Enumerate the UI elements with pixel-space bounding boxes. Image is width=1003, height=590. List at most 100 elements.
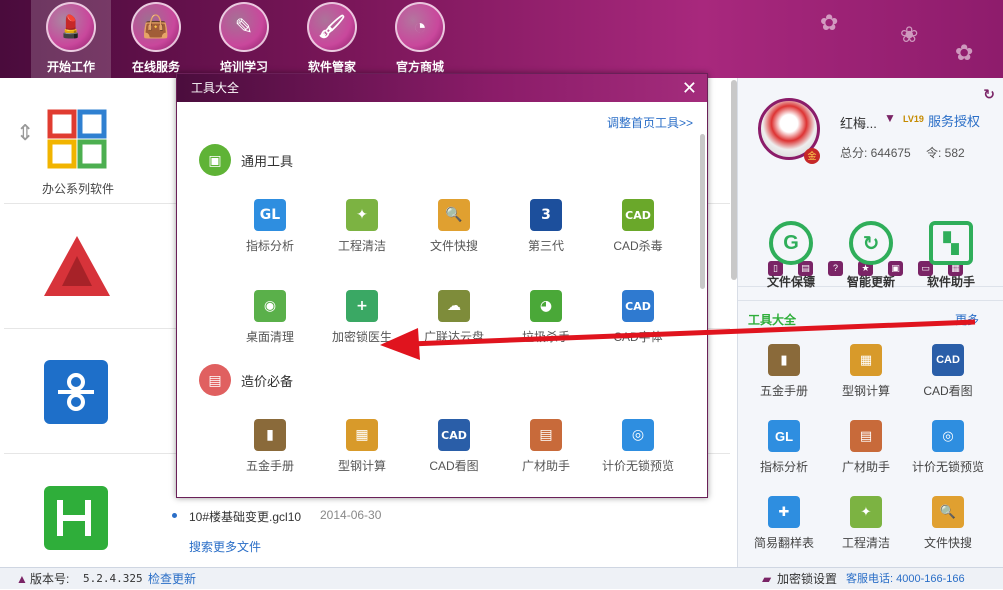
tool-number-three[interactable]: 3 第三代: [501, 199, 591, 254]
eye-icon: ◎: [932, 420, 964, 452]
eye-icon: ◎: [622, 419, 654, 451]
level-badge: 金: [804, 148, 820, 164]
cad-font-icon: CAD: [622, 290, 654, 322]
pencil-icon: ✎: [219, 2, 269, 52]
cloud-disk-icon: ☁: [438, 290, 470, 322]
tool-lock-doctor[interactable]: + 加密锁医生: [317, 290, 407, 345]
chart-icon: GL: [768, 420, 800, 452]
recent-file-name[interactable]: 10#楼基础变更.gcl10: [189, 508, 301, 525]
tool-trash-killer[interactable]: ◕ 垃圾杀手: [501, 290, 591, 345]
green-software-icon: [44, 486, 108, 550]
tool-label: 加密锁医生: [331, 330, 392, 344]
feature-software-helper[interactable]: ▚ 软件助手: [910, 221, 992, 290]
feature-smart-update[interactable]: ↻ 智能更新: [830, 221, 912, 290]
nav-software-manager[interactable]: 🖌 软件管家: [292, 0, 372, 78]
nav-official-store[interactable]: ◔ 官方商城: [380, 0, 460, 78]
check-update-link[interactable]: 检查更新: [148, 568, 196, 590]
refresh-icon[interactable]: ↻: [983, 86, 995, 103]
flower-icon: ✿: [820, 10, 839, 35]
total-score: 总分: 644675: [840, 146, 911, 160]
tool-label: 计价无锁预览: [601, 459, 674, 473]
tool-cad-view[interactable]: CAD CAD看图: [409, 419, 499, 474]
tool-steel-calc[interactable]: ▦ 型钢计算: [317, 419, 407, 474]
cad-view-icon: CAD: [438, 419, 470, 451]
bullet-icon: [172, 513, 177, 518]
brush-icon: 🖌: [307, 2, 357, 52]
lock-settings-link[interactable]: 加密锁设置: [777, 568, 837, 590]
broom-icon: ✦: [850, 496, 882, 528]
rebar-table-icon: ✚: [768, 496, 800, 528]
status-bar: ▲ 版本号: 5.2.4.325 检查更新 ▰ 加密锁设置 客服电话: 4000…: [0, 567, 1003, 589]
tool-label: CAD看图: [429, 459, 479, 473]
lipstick-icon: 💄: [46, 2, 96, 52]
drag-handle-icon[interactable]: ⇕: [16, 120, 34, 146]
cad-view-icon: CAD: [932, 344, 964, 376]
section-costing-essentials: ▤ 造价必备: [199, 364, 293, 396]
user-sidebar: ↻ 金 红梅... ▼ LV19 服务授权 总分: 644675 令: 582 …: [737, 78, 1003, 567]
tool-rebar-table[interactable]: ✚ 简易翻样表: [744, 496, 824, 551]
tool-label: 第三代: [527, 239, 564, 253]
tool-broom[interactable]: ✦ 工程清洁: [826, 496, 906, 551]
service-auth-link[interactable]: 服务授权: [928, 111, 980, 130]
more-tools-link[interactable]: 更多: [955, 311, 979, 328]
tool-label: 桌面清理: [245, 330, 294, 344]
search-more-files-link[interactable]: 搜索更多文件: [189, 538, 261, 555]
file-search-icon: 🔍: [438, 199, 470, 231]
tool-handbook[interactable]: ▮ 五金手册: [744, 344, 824, 399]
toolbox-icon: ▣: [199, 144, 231, 176]
close-icon[interactable]: ✕: [682, 74, 697, 102]
tool-label: 工程清洁: [337, 239, 386, 253]
tool-label: CAD字体: [613, 330, 663, 344]
chevron-down-icon[interactable]: ▼: [884, 111, 896, 125]
tool-camera[interactable]: ◉ 桌面清理: [225, 290, 315, 345]
vip-badge: LV19: [903, 114, 924, 124]
tool-steel-calc[interactable]: ▦ 型钢计算: [826, 344, 906, 399]
tool-label: 型钢计算: [337, 459, 386, 473]
nav-start-work[interactable]: 💄 开始工作: [31, 0, 111, 78]
nav-online-service[interactable]: 👜 在线服务: [116, 0, 196, 78]
tool-label: 垃圾杀手: [521, 330, 570, 344]
camera-icon: ◉: [254, 290, 286, 322]
arrow-up-icon: ▲: [16, 572, 28, 586]
file-search-icon: 🔍: [932, 496, 964, 528]
flower-icon: ❀: [900, 22, 919, 47]
tool-chart[interactable]: GL 指标分析: [225, 199, 315, 254]
version-number: 5.2.4.325: [83, 572, 143, 585]
tool-label: 五金手册: [245, 459, 294, 473]
dialog-title-bar[interactable]: 工具大全 ✕: [177, 74, 707, 102]
tool-label: 广联达云盘: [423, 330, 484, 344]
tool-cad-view[interactable]: CAD CAD看图: [908, 344, 988, 399]
tool-label: 文件快搜: [429, 239, 478, 253]
handbook-icon: ▮: [768, 344, 800, 376]
adjust-home-tools-link[interactable]: 调整首页工具>>: [607, 114, 693, 131]
number-three-icon: 3: [530, 199, 562, 231]
tool-eye[interactable]: ◎ 计价无锁预览: [593, 419, 683, 474]
tool-cad-antivirus[interactable]: CAD CAD杀毒: [593, 199, 683, 254]
lock-doctor-icon: +: [346, 290, 378, 322]
dialog-scrollbar[interactable]: [700, 134, 705, 289]
nav-training[interactable]: ✎ 培训学习: [204, 0, 284, 78]
mirror-icon: ◔: [395, 2, 445, 52]
tool-label: 简易翻样表: [753, 536, 814, 550]
tool-cloud-disk[interactable]: ☁ 广联达云盘: [409, 290, 499, 345]
update-icon: ↻: [849, 221, 893, 265]
tool-label: 型钢计算: [841, 384, 890, 398]
feature-file-guard[interactable]: G 文件保镖: [750, 221, 832, 290]
tool-eye[interactable]: ◎ 计价无锁预览: [908, 420, 988, 475]
tool-material-helper[interactable]: ▤ 广材助手: [826, 420, 906, 475]
tool-handbook[interactable]: ▮ 五金手册: [225, 419, 315, 474]
tool-file-search[interactable]: 🔍 文件快搜: [908, 496, 988, 551]
steel-calc-icon: ▦: [850, 344, 882, 376]
autocad-logo-icon: [42, 234, 110, 298]
tool-broom[interactable]: ✦ 工程清洁: [317, 199, 407, 254]
tool-file-search[interactable]: 🔍 文件快搜: [409, 199, 499, 254]
lock-icon: ▰: [762, 572, 772, 586]
tool-material-helper[interactable]: ▤ 广材助手: [501, 419, 591, 474]
handbook-icon: ▮: [254, 419, 286, 451]
user-name[interactable]: 红梅...: [840, 113, 877, 132]
broom-icon: ✦: [346, 199, 378, 231]
tool-cad-font[interactable]: CAD CAD字体: [593, 290, 683, 345]
bag-icon: 👜: [131, 2, 181, 52]
steel-calc-icon: ▦: [346, 419, 378, 451]
tool-chart[interactable]: GL 指标分析: [744, 420, 824, 475]
